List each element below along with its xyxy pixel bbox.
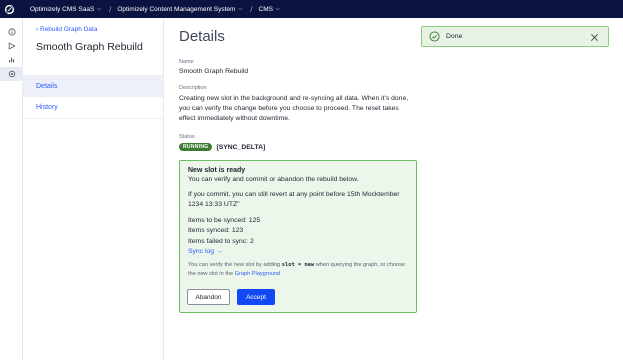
breadcrumb-product[interactable]: Optimizely Content Management System ⌵ xyxy=(117,6,242,13)
name-value: Smooth Graph Rebuild xyxy=(179,68,249,75)
top-bar: Optimizely CMS SaaS ⌵ / Optimizely Conte… xyxy=(0,0,623,18)
back-link[interactable]: ‹ Rebuild Graph Data xyxy=(36,26,97,33)
close-icon[interactable] xyxy=(588,31,600,43)
new-slot-panel: New slot is ready You can verify and com… xyxy=(179,160,417,313)
name-label: Name xyxy=(179,59,194,65)
sync-log-link[interactable]: Sync log → xyxy=(188,247,408,258)
status-label: Status xyxy=(179,134,195,140)
settings-icon[interactable] xyxy=(0,67,23,81)
hint-text: You can verify the new slot by adding xyxy=(188,261,281,268)
breadcrumb-separator: / xyxy=(109,4,112,14)
page-title: Details xyxy=(179,28,225,45)
nav-item-history[interactable]: History xyxy=(23,97,163,119)
nav-item-label: History xyxy=(36,104,58,111)
breadcrumb-instance-label: CMS xyxy=(258,5,273,13)
accept-button[interactable]: Accept xyxy=(237,289,275,305)
send-icon[interactable] xyxy=(0,39,23,53)
panel-title: New slot is ready xyxy=(188,167,246,174)
items-to-sync: Items to be synced: 125 xyxy=(188,216,261,224)
status-row: RUNNING [SYNC_DELTA] xyxy=(179,143,265,151)
side-nav: ‹ Rebuild Graph Data Smooth Graph Rebuil… xyxy=(23,18,164,360)
status-badge: RUNNING xyxy=(179,143,213,151)
nav-item-details[interactable]: Details xyxy=(23,75,163,97)
breadcrumb-product-label: Optimizely Content Management System xyxy=(117,5,236,13)
side-nav-title: Smooth Graph Rebuild xyxy=(36,41,143,53)
hint-code: slot = new xyxy=(281,261,315,268)
back-link-label: Rebuild Graph Data xyxy=(39,26,98,33)
chevron-down-icon: ⌵ xyxy=(275,6,280,12)
chevron-down-icon: ⌵ xyxy=(97,6,102,12)
toast-text: Done xyxy=(446,33,463,40)
chevron-left-icon: ‹ xyxy=(36,26,39,33)
status-text: [SYNC_DELTA] xyxy=(216,143,266,151)
chevron-down-icon: ⌵ xyxy=(238,6,243,12)
panel-line1: You can verify and commit or abandon the… xyxy=(188,176,359,183)
optimizely-logo-icon[interactable] xyxy=(0,0,18,18)
description-label: Description xyxy=(179,85,207,91)
items-synced: Items synced: 123 xyxy=(188,227,244,234)
graph-playground-link[interactable]: Graph Playground xyxy=(235,271,280,277)
info-icon[interactable] xyxy=(0,25,23,39)
nav-item-label: Details xyxy=(36,82,58,90)
panel-hint: You can verify the new slot by adding sl… xyxy=(188,261,408,280)
breadcrumb-org[interactable]: Optimizely CMS SaaS ⌵ xyxy=(30,6,101,13)
breadcrumb-instance[interactable]: CMS ⌵ xyxy=(259,6,280,13)
abandon-button[interactable]: Abandon xyxy=(187,289,230,305)
icon-rail xyxy=(0,18,23,360)
success-toast: Done xyxy=(421,26,609,47)
breadcrumb-separator: / xyxy=(250,4,253,14)
description-value: Creating new slot in the background and … xyxy=(179,95,409,122)
analytics-icon[interactable] xyxy=(0,53,23,67)
breadcrumb-org-label: Optimizely CMS SaaS xyxy=(30,5,95,13)
check-circle-icon xyxy=(429,31,440,42)
items-failed: Items failed to sync: 2 xyxy=(188,237,254,245)
panel-line2: If you commit, you can still revert at a… xyxy=(188,190,400,209)
